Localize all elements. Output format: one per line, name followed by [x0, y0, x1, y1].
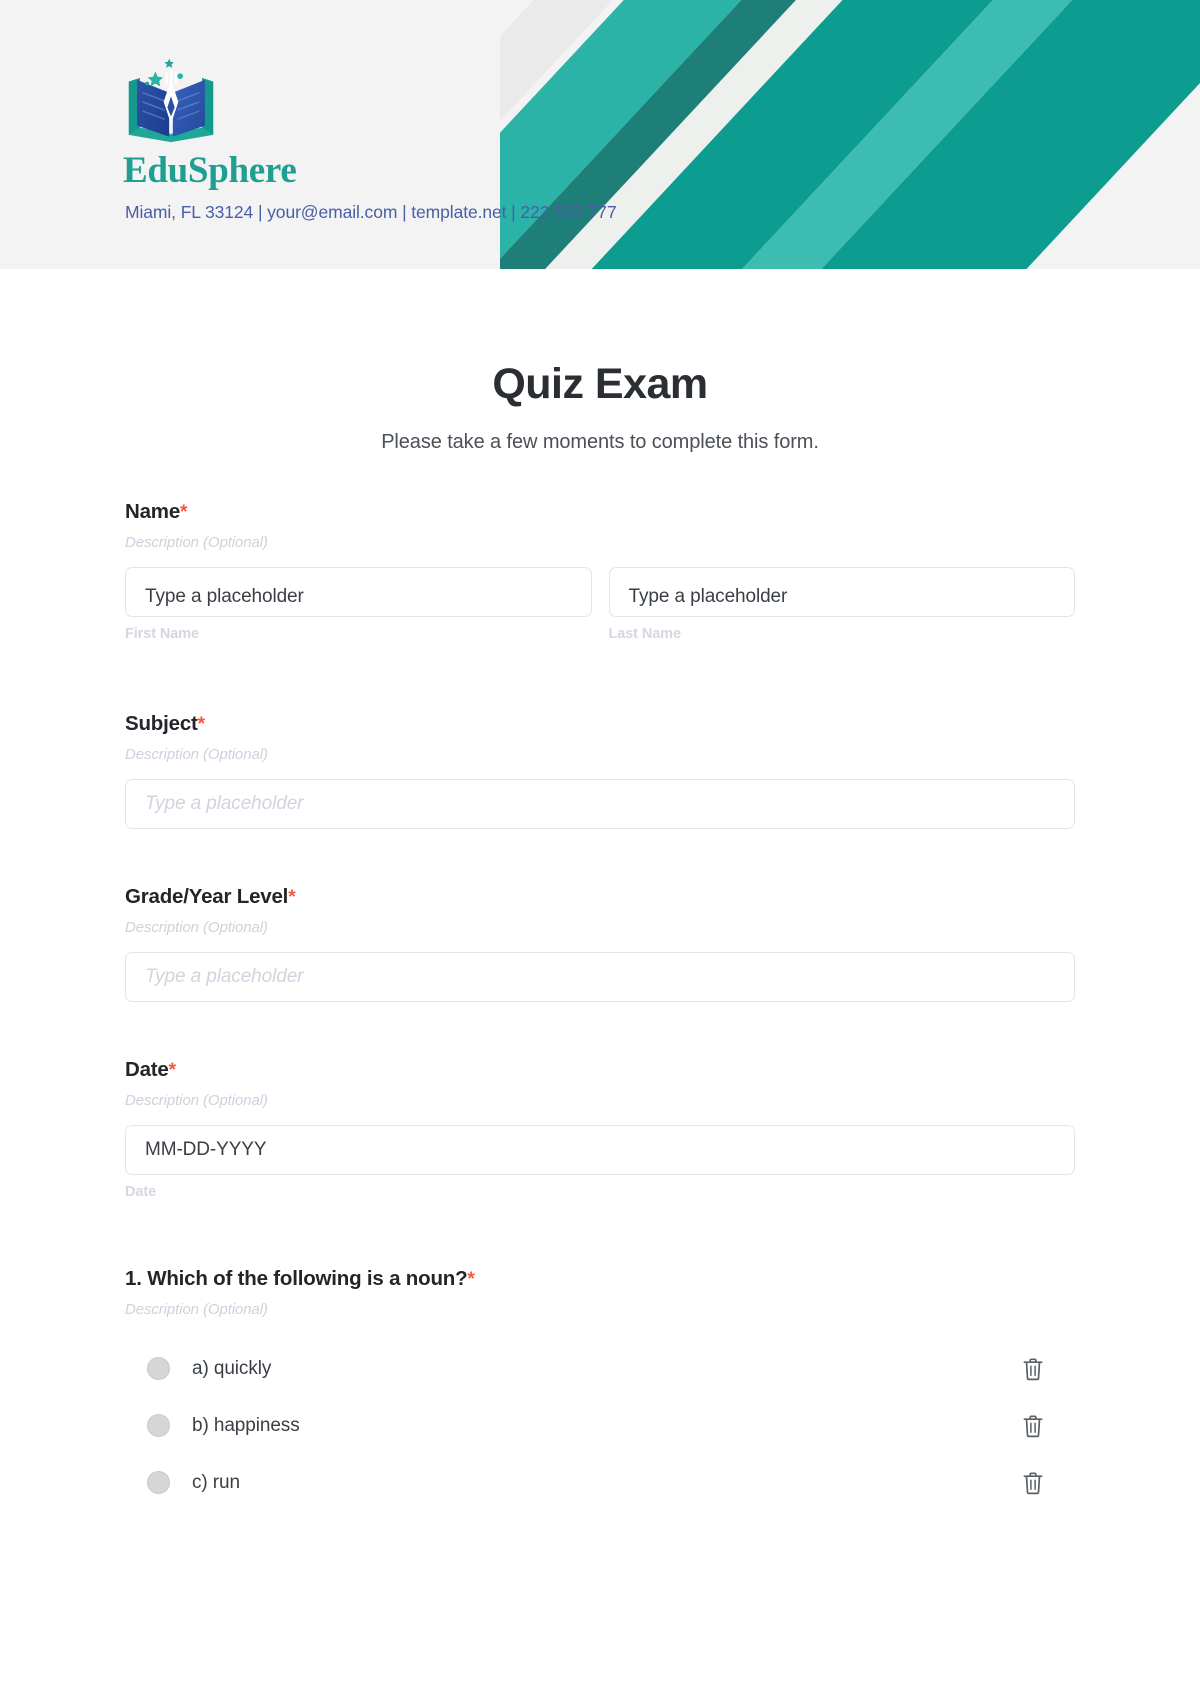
delete-option-button[interactable] — [1020, 1413, 1046, 1439]
field-label-name: Name* — [125, 500, 1075, 524]
field-label-grade-year-level: Grade/Year Level* — [125, 885, 1075, 909]
delete-option-button[interactable] — [1020, 1470, 1046, 1496]
option-row[interactable]: c) run — [125, 1454, 1075, 1511]
field-description-name: Description (Optional) — [125, 534, 268, 551]
name-input-row: Type a placeholder Type a placeholder — [125, 567, 1075, 617]
radio-button-icon[interactable] — [147, 1414, 170, 1437]
field-subject: Subject* Description (Optional) Type a p… — [125, 712, 1075, 829]
field-description-date: Description (Optional) — [125, 1092, 268, 1109]
radio-button-icon[interactable] — [147, 1357, 170, 1380]
question-1-option-list: a) quickly b) happiness c) run — [125, 1340, 1075, 1511]
radio-button-icon[interactable] — [147, 1471, 170, 1494]
label-text: Grade/Year Level — [125, 885, 289, 908]
label-text: 1. Which of the following is a noun? — [125, 1267, 468, 1290]
grade-placeholder: Type a placeholder — [145, 966, 304, 987]
trash-icon — [1023, 1414, 1043, 1437]
option-label: a) quickly — [192, 1357, 272, 1379]
required-asterisk: * — [197, 714, 205, 735]
brand-name: EduSphere — [123, 150, 297, 191]
required-asterisk: * — [288, 887, 296, 908]
field-label-subject: Subject* — [125, 712, 1075, 736]
option-label: c) run — [192, 1471, 240, 1493]
field-label-date: Date* — [125, 1058, 1075, 1082]
date-value: MM-DD-YYYY — [145, 1139, 267, 1160]
delete-option-button[interactable] — [1020, 1356, 1046, 1382]
required-asterisk: * — [467, 1269, 475, 1290]
first-name-input[interactable]: Type a placeholder — [125, 567, 592, 617]
field-description-subject: Description (Optional) — [125, 746, 268, 763]
form-subtitle: Please take a few moments to complete th… — [381, 431, 819, 453]
question-1-label: 1. Which of the following is a noun?* — [125, 1267, 1075, 1291]
field-date: Date* Description (Optional) MM-DD-YYYY … — [125, 1058, 1075, 1200]
field-grade-year-level: Grade/Year Level* Description (Optional)… — [125, 885, 1075, 1002]
date-sublabel-row: Date — [125, 1184, 1075, 1200]
last-name-input[interactable]: Type a placeholder — [608, 567, 1075, 617]
field-description-grade-year-level: Description (Optional) — [125, 919, 268, 936]
subject-placeholder: Type a placeholder — [145, 793, 304, 814]
option-label: b) happiness — [192, 1414, 300, 1436]
label-text: Subject — [125, 712, 198, 735]
first-name-value: Type a placeholder — [145, 586, 304, 607]
label-text: Name — [125, 500, 181, 523]
trash-icon — [1023, 1471, 1043, 1494]
date-input-row: MM-DD-YYYY — [125, 1125, 1075, 1175]
subject-input[interactable]: Type a placeholder — [125, 779, 1075, 829]
grade-input-row: Type a placeholder — [125, 952, 1075, 1002]
trash-icon — [1023, 1357, 1043, 1380]
name-sublabel-row: First Name Last Name — [125, 626, 1075, 642]
sublabel-last-name: Last Name — [608, 626, 682, 642]
required-asterisk: * — [168, 1060, 176, 1081]
label-text: Date — [125, 1058, 169, 1081]
grade-year-level-input[interactable]: Type a placeholder — [125, 952, 1075, 1002]
subject-input-row: Type a placeholder — [125, 779, 1075, 829]
brand-contact-line: Miami, FL 33124 | your@email.com | templ… — [125, 202, 617, 222]
sublabel-date: Date — [125, 1184, 157, 1200]
page-header: EduSphere Miami, FL 33124 | your@email.c… — [0, 0, 1200, 269]
date-input[interactable]: MM-DD-YYYY — [125, 1125, 1075, 1175]
option-row[interactable]: b) happiness — [125, 1397, 1075, 1454]
form-title: Quiz Exam — [492, 360, 708, 408]
field-name: Name* Description (Optional) Type a plac… — [125, 500, 1075, 642]
sublabel-first-name: First Name — [125, 626, 199, 642]
brand-block: EduSphere Miami, FL 33124 | your@email.c… — [123, 56, 765, 223]
required-asterisk: * — [180, 502, 188, 523]
last-name-value: Type a placeholder — [628, 586, 788, 607]
form-sheet: Quiz Exam Please take a few moments to c… — [0, 360, 1200, 1511]
open-book-pen-logo-icon — [128, 58, 214, 143]
question-1-description: Description (Optional) — [125, 1301, 268, 1318]
question-1: 1. Which of the following is a noun?* De… — [125, 1267, 1075, 1511]
option-row[interactable]: a) quickly — [125, 1340, 1075, 1397]
